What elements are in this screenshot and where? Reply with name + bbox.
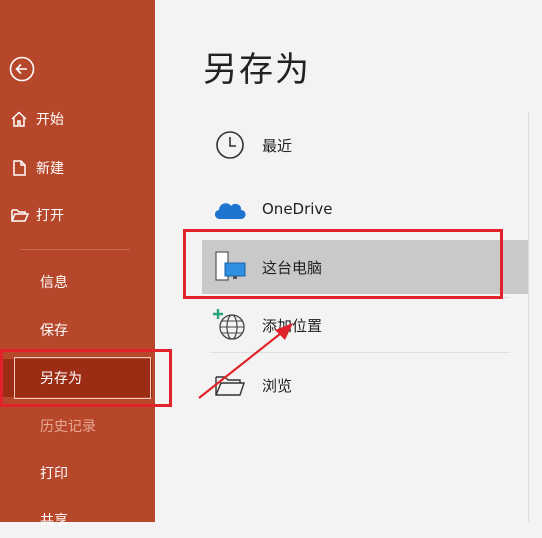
open-folder-icon	[10, 206, 36, 224]
sidebar-item-label: 开始	[36, 112, 64, 128]
sidebar-item-new[interactable]: 新建	[0, 150, 155, 186]
sidebar-item-label: 信息	[40, 275, 68, 291]
annotation-arrow-icon	[198, 323, 293, 399]
location-label: 最近	[262, 136, 293, 155]
sidebar-item-label: 打印	[40, 466, 68, 482]
clock-icon	[210, 125, 250, 165]
sidebar-item-label: 共享	[40, 513, 68, 529]
location-onedrive[interactable]: OneDrive	[202, 186, 528, 232]
sidebar-item-label: 打开	[36, 208, 64, 224]
location-recent[interactable]: 最近	[202, 122, 528, 168]
sidebar-item-label: 新建	[36, 161, 64, 177]
sidebar-item-label: 保存	[40, 323, 68, 339]
sidebar-item-share[interactable]: 共享	[0, 502, 155, 538]
sidebar-item-info[interactable]: 信息	[0, 264, 155, 300]
home-icon	[10, 110, 36, 128]
panel-divider	[528, 112, 529, 522]
backstage-sidebar: 开始 新建 打开 信息 保存 另存为 历史记录 打印 共享	[0, 0, 155, 529]
sidebar-item-label: 历史记录	[40, 419, 96, 435]
new-document-icon	[10, 159, 36, 177]
sidebar-item-save[interactable]: 保存	[0, 312, 155, 348]
sidebar-item-print[interactable]: 打印	[0, 455, 155, 491]
sidebar-item-history[interactable]: 历史记录	[0, 408, 155, 444]
this-pc-highlight-box	[183, 229, 503, 299]
back-arrow-icon[interactable]	[9, 56, 35, 82]
save-as-focus-border	[14, 357, 151, 399]
sidebar-item-open[interactable]: 打开	[0, 197, 155, 233]
sidebar-divider	[20, 249, 130, 250]
page-title: 另存为	[203, 50, 311, 90]
sidebar-item-home[interactable]: 开始	[0, 101, 155, 137]
cloud-icon	[210, 189, 250, 229]
location-label: OneDrive	[262, 200, 333, 218]
